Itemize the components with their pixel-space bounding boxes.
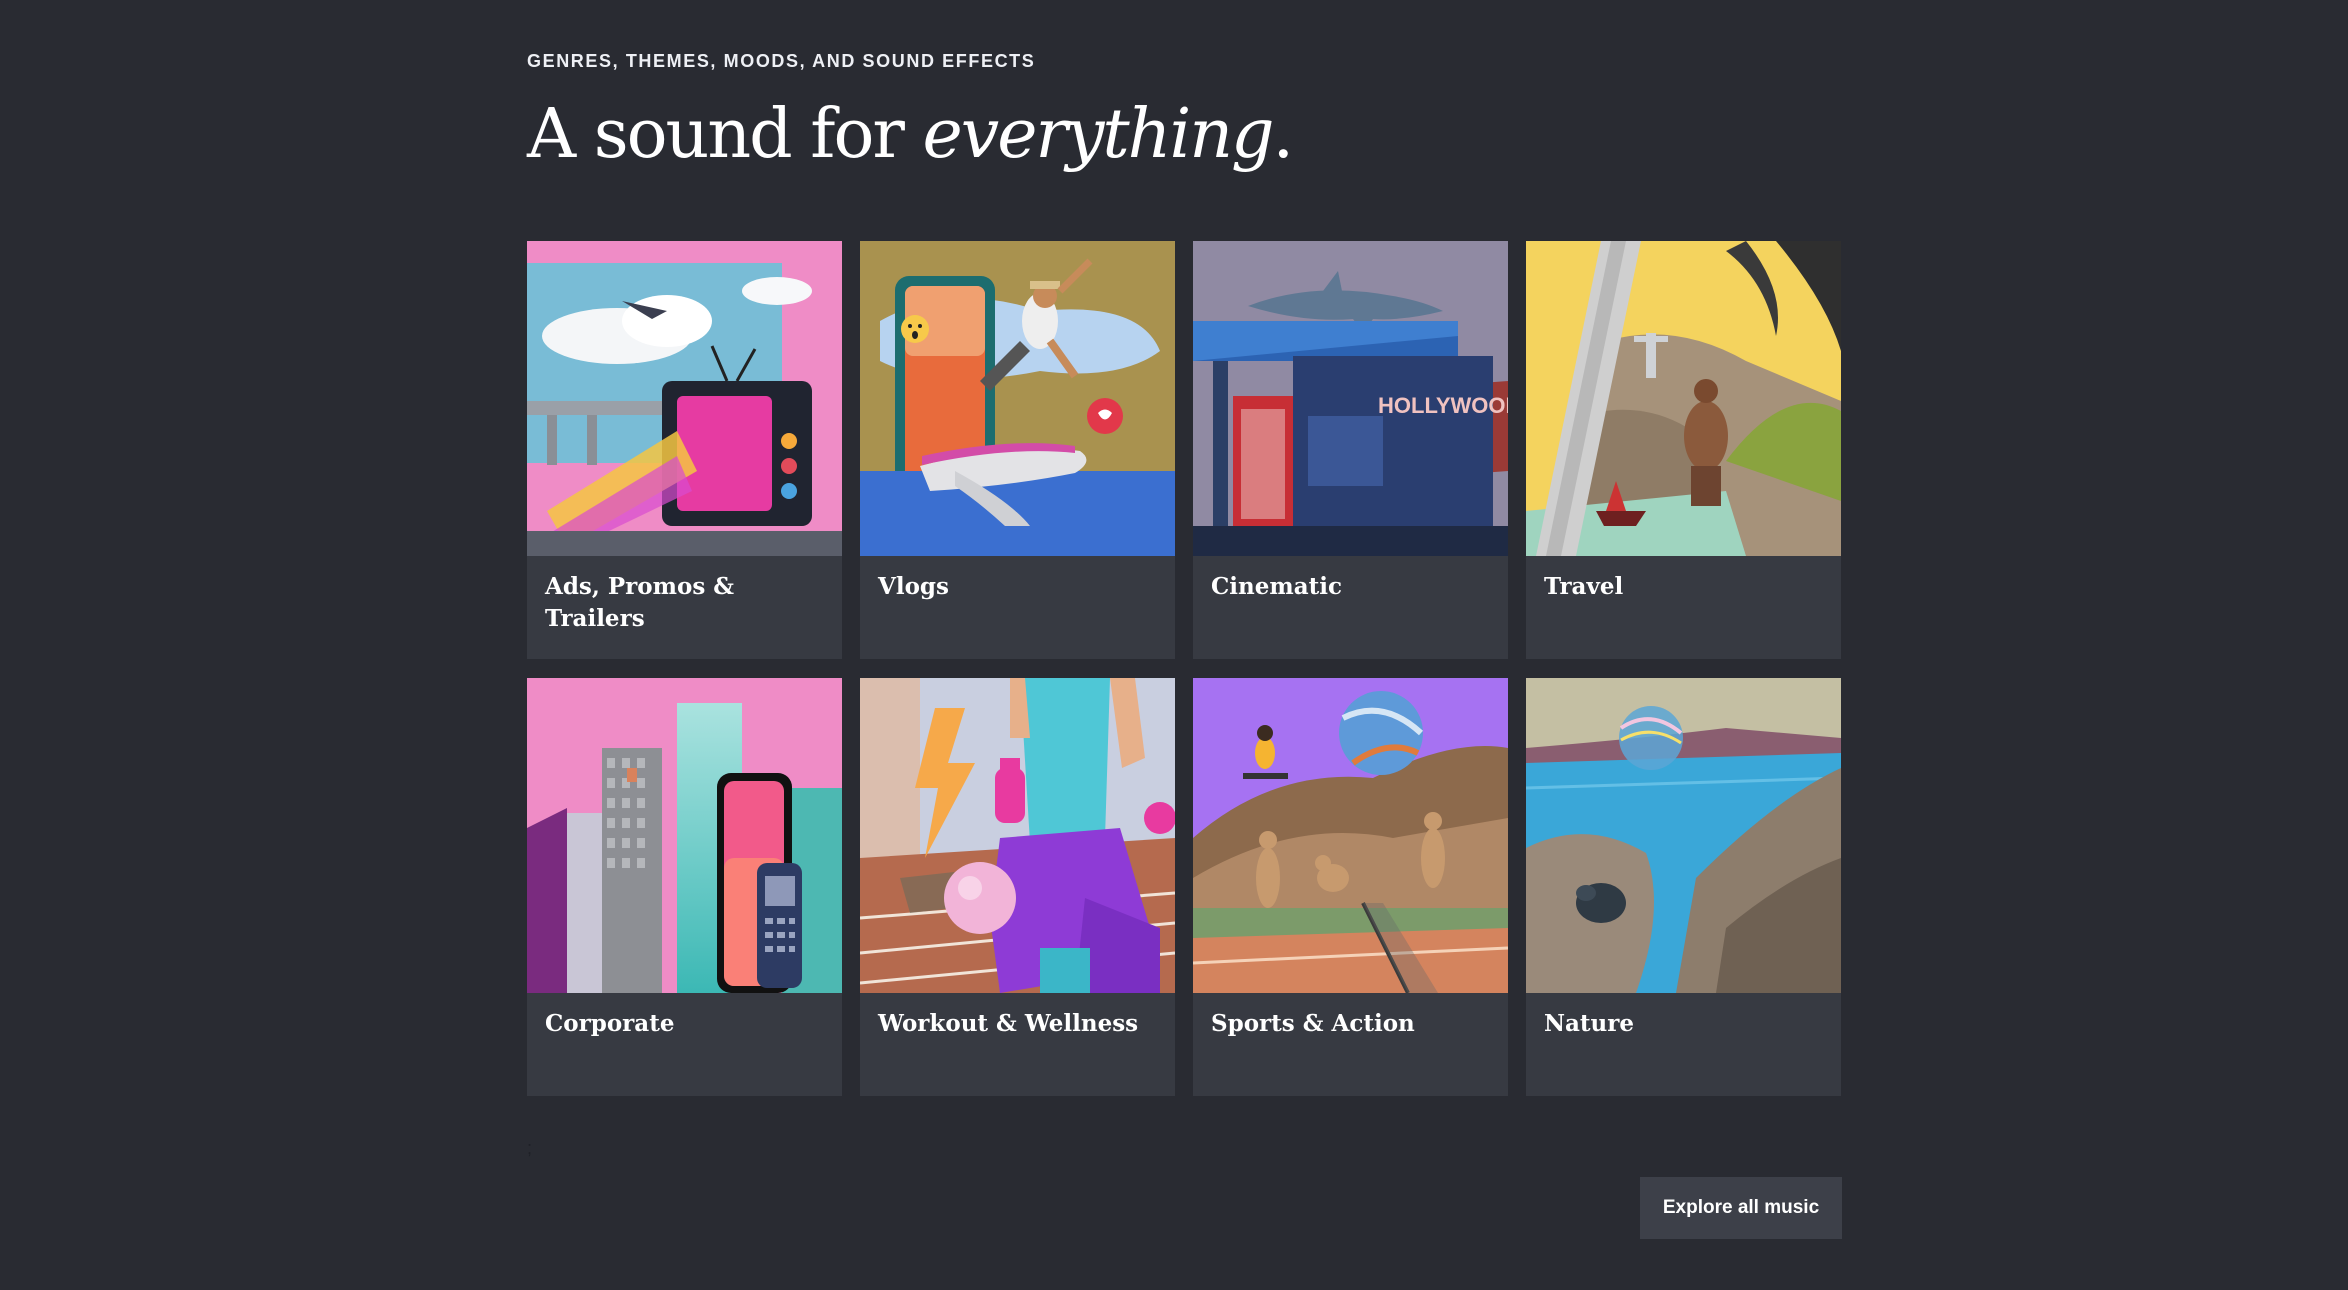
category-label: Workout & Wellness — [878, 1010, 1139, 1037]
category-card-workout-wellness[interactable]: Workout & Wellness — [860, 678, 1175, 1096]
category-label: Travel — [1544, 573, 1624, 600]
skyscraper-collage-image — [527, 678, 842, 993]
nature-collage-image — [1526, 678, 1841, 993]
workout-collage-image — [860, 678, 1175, 993]
category-card-vlogs[interactable]: Vlogs — [860, 241, 1175, 659]
category-card-cinematic[interactable]: HOLLYWOOD Cinematic — [1193, 241, 1508, 659]
category-card-travel[interactable]: Travel — [1526, 241, 1841, 659]
category-card-sports-action[interactable]: Sports & Action — [1193, 678, 1508, 1096]
section-eyebrow: GENRES, THEMES, MOODS, AND SOUND EFFECTS — [527, 51, 1036, 71]
svg-text:HOLLYWOOD: HOLLYWOOD — [1378, 393, 1508, 418]
headline-italic: everything — [922, 95, 1275, 174]
travel-collage-image — [1526, 241, 1841, 556]
category-label: Vlogs — [878, 573, 949, 600]
category-card-corporate[interactable]: Corporate — [527, 678, 842, 1096]
headline-period: . — [1272, 95, 1295, 174]
section-headline: A sound for everything. — [527, 92, 1295, 178]
tv-collage-image — [527, 241, 842, 556]
category-label: Cinematic — [1211, 573, 1343, 600]
headline-plain: A sound for — [527, 95, 923, 174]
category-label: Sports & Action — [1211, 1010, 1415, 1037]
category-card-ads-promos-trailers[interactable]: Ads, Promos & Trailers — [527, 241, 842, 659]
category-label: Corporate — [545, 1010, 675, 1037]
hollywood-collage-image: HOLLYWOOD — [1193, 241, 1508, 556]
stray-text: ; — [527, 1138, 533, 1158]
category-label: Nature — [1544, 1010, 1635, 1037]
skater-collage-image — [860, 241, 1175, 556]
sports-collage-image — [1193, 678, 1508, 993]
explore-all-music-button[interactable]: Explore all music — [1640, 1177, 1842, 1239]
category-label: Ads, Promos & Trailers — [545, 573, 735, 632]
category-card-nature[interactable]: Nature — [1526, 678, 1841, 1096]
category-grid: Ads, Promos & Trailers Vlogs HOLLYWOOD C… — [527, 241, 1841, 1096]
